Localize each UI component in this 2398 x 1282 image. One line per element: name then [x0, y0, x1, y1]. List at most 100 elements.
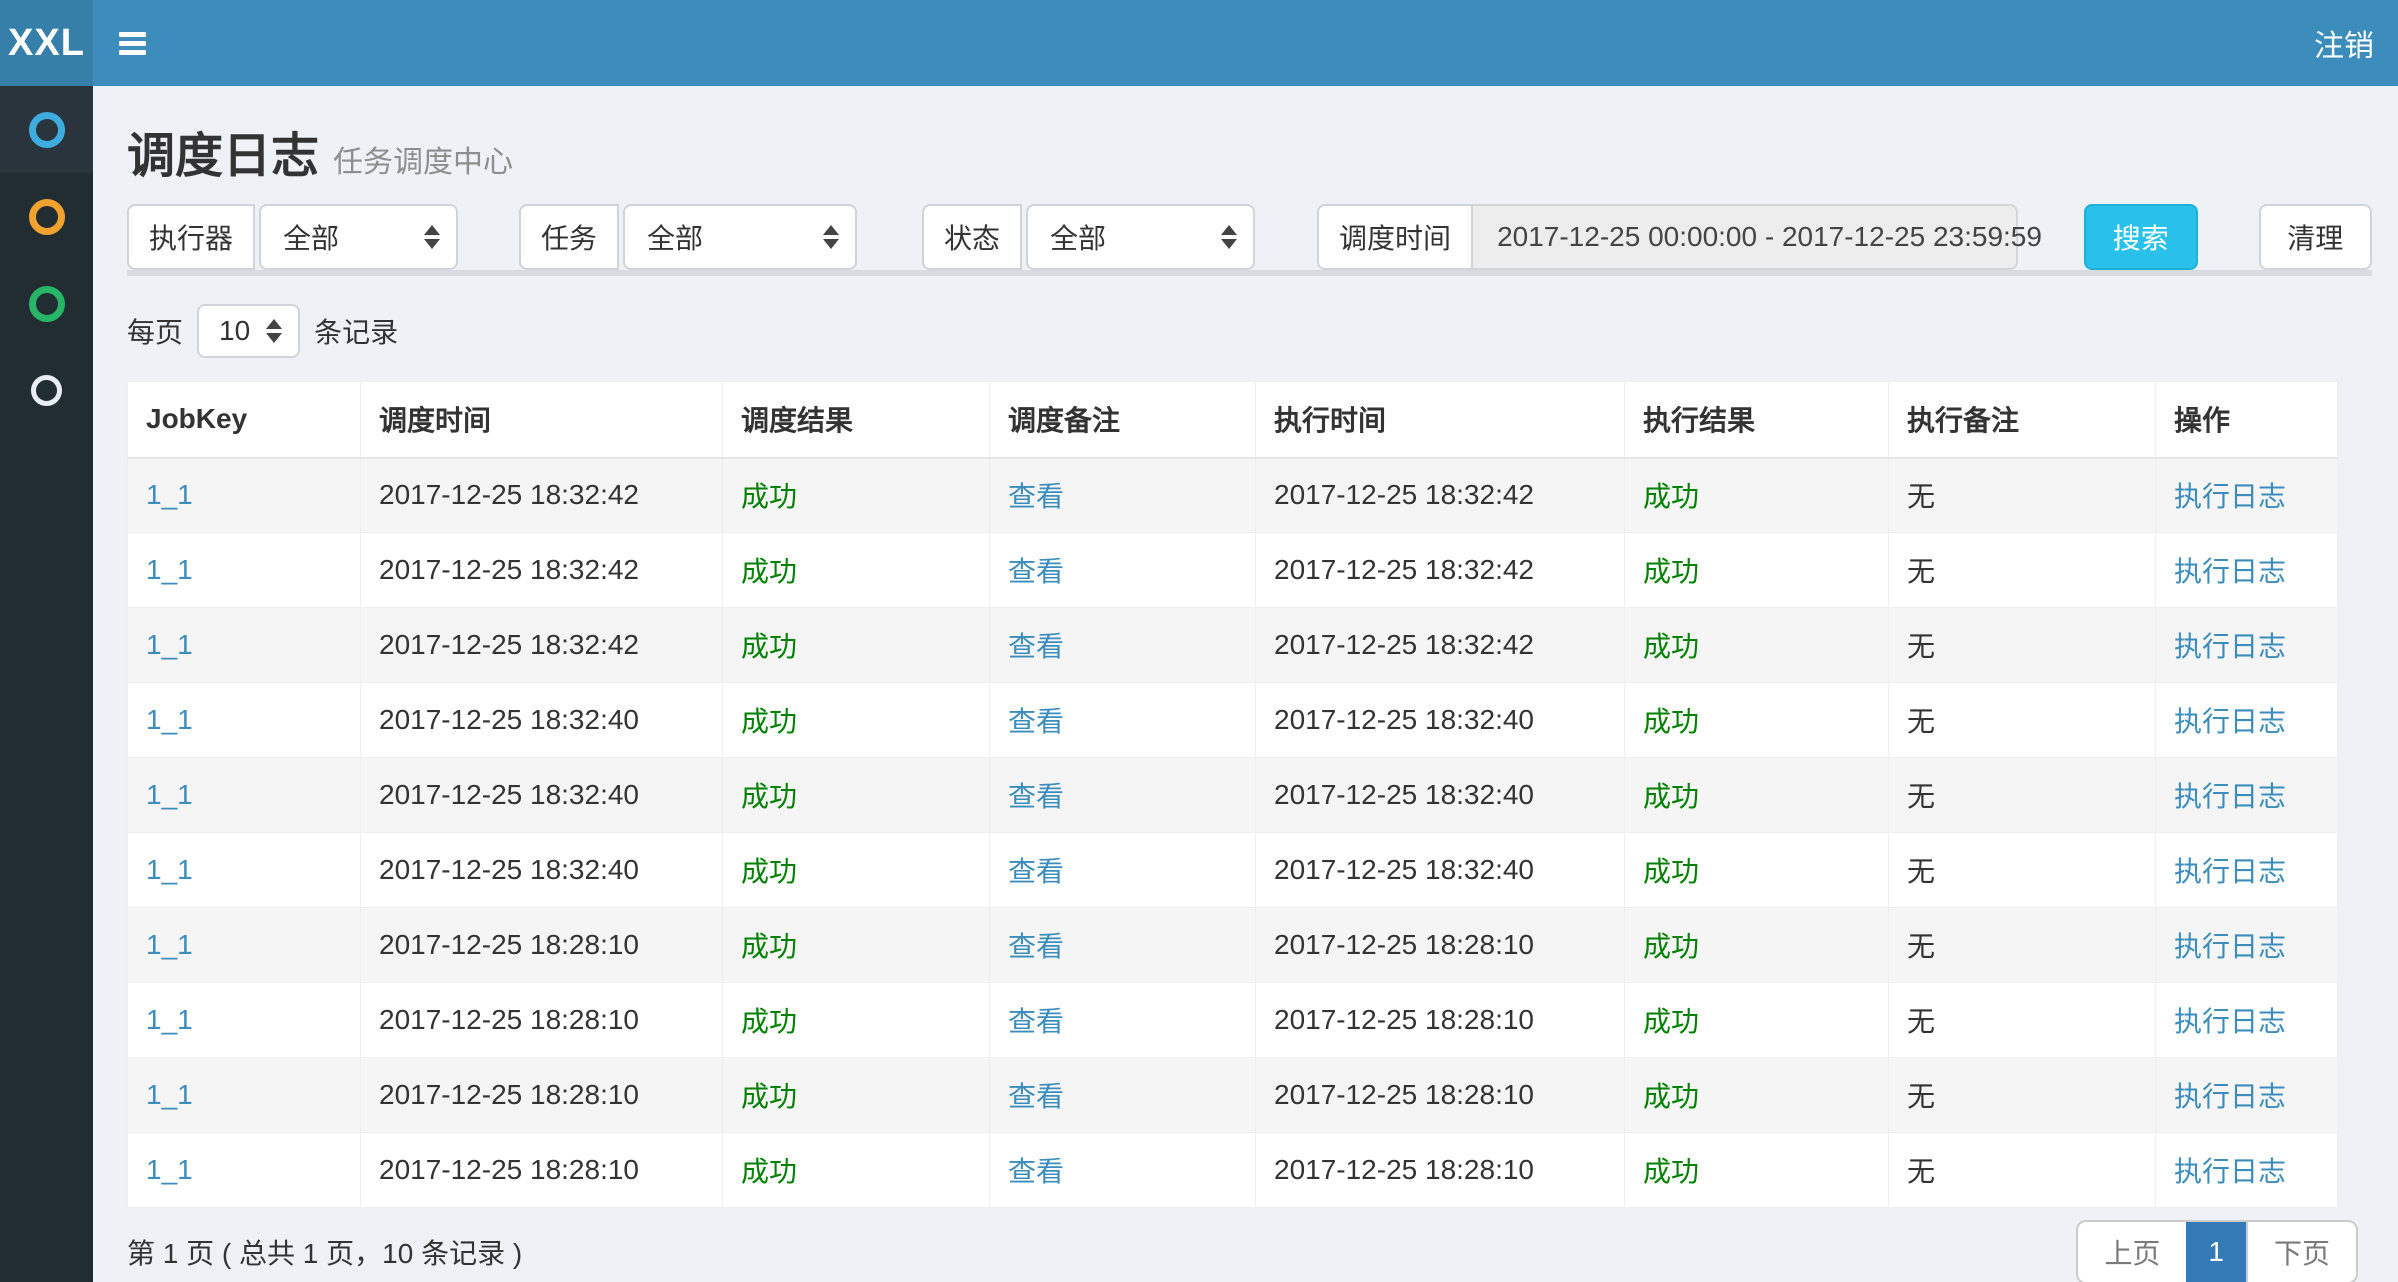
- handle-time-cell: 2017-12-25 18:32:42: [1256, 608, 1625, 683]
- jobkey-link[interactable]: 1_1: [146, 929, 193, 960]
- trigger-result-cell: 成功: [723, 458, 990, 533]
- sidebar-item-job-log[interactable]: [0, 260, 93, 347]
- exec-log-link[interactable]: 执行日志: [2174, 1156, 2286, 1187]
- trigger-msg-view-link[interactable]: 查看: [1008, 706, 1064, 737]
- exec-log-link[interactable]: 执行日志: [2174, 706, 2286, 737]
- job-select[interactable]: 全部: [623, 204, 857, 270]
- handle-msg-cell: 无: [1889, 908, 2156, 983]
- current-page-button[interactable]: 1: [2186, 1222, 2246, 1282]
- trigger-msg-view-link[interactable]: 查看: [1008, 1081, 1064, 1112]
- trigger-msg-view-link[interactable]: 查看: [1008, 856, 1064, 887]
- table-row: 1_12017-12-25 18:32:40成功查看2017-12-25 18:…: [128, 758, 2338, 833]
- trigger-msg-view-link-container: 查看: [990, 1058, 1256, 1133]
- trigger-result-cell: 成功: [723, 983, 990, 1058]
- column-header: 执行结果: [1625, 382, 1889, 458]
- jobkey-link-container: 1_1: [128, 533, 361, 608]
- trigger-msg-view-link[interactable]: 查看: [1008, 1156, 1064, 1187]
- handle-time-cell: 2017-12-25 18:32:40: [1256, 758, 1625, 833]
- exec-log-link-container: 执行日志: [2156, 983, 2338, 1058]
- trigger-msg-view-link[interactable]: 查看: [1008, 631, 1064, 662]
- trigger-time-cell: 2017-12-25 18:32:40: [361, 683, 723, 758]
- clear-button[interactable]: 清理: [2259, 204, 2372, 270]
- exec-log-link-container: 执行日志: [2156, 1058, 2338, 1133]
- exec-log-link[interactable]: 执行日志: [2174, 1081, 2286, 1112]
- status-select[interactable]: 全部: [1026, 204, 1255, 270]
- handle-result-cell: 成功: [1625, 758, 1889, 833]
- exec-log-link-container: 执行日志: [2156, 683, 2338, 758]
- column-header: 操作: [2156, 382, 2338, 458]
- trigger-result-cell: 成功: [723, 1058, 990, 1133]
- table-row: 1_12017-12-25 18:32:40成功查看2017-12-25 18:…: [128, 683, 2338, 758]
- trigger-msg-view-link[interactable]: 查看: [1008, 781, 1064, 812]
- trigger-msg-view-link[interactable]: 查看: [1008, 1006, 1064, 1037]
- page-title: 调度日志: [127, 116, 319, 186]
- prev-page-button[interactable]: 上页: [2078, 1222, 2186, 1282]
- app-logo[interactable]: XXL: [0, 0, 93, 86]
- sidebar-toggle-icon[interactable]: [119, 23, 159, 63]
- column-header: 调度结果: [723, 382, 990, 458]
- handle-result-cell: 成功: [1625, 983, 1889, 1058]
- jobkey-link-container: 1_1: [128, 683, 361, 758]
- logout-link[interactable]: 注销: [2314, 21, 2374, 65]
- handle-time-cell: 2017-12-25 18:28:10: [1256, 1133, 1625, 1208]
- exec-log-link[interactable]: 执行日志: [2174, 481, 2286, 512]
- handle-msg-cell: 无: [1889, 983, 2156, 1058]
- pagesize-select[interactable]: 10: [197, 304, 300, 358]
- trigger-msg-view-link[interactable]: 查看: [1008, 556, 1064, 587]
- trigger-msg-view-link[interactable]: 查看: [1008, 931, 1064, 962]
- handle-msg-cell: 无: [1889, 683, 2156, 758]
- exec-log-link-container: 执行日志: [2156, 908, 2338, 983]
- trigger-time-cell: 2017-12-25 18:28:10: [361, 1133, 723, 1208]
- select-arrows-icon: [823, 225, 839, 249]
- table-header-row: JobKey调度时间调度结果调度备注执行时间执行结果执行备注操作: [128, 382, 2338, 458]
- exec-log-link[interactable]: 执行日志: [2174, 1006, 2286, 1037]
- exec-log-link-container: 执行日志: [2156, 1133, 2338, 1208]
- trigger-msg-view-link-container: 查看: [990, 608, 1256, 683]
- trigger-msg-view-link-container: 查看: [990, 533, 1256, 608]
- trigger-time-range-input[interactable]: 2017-12-25 00:00:00 - 2017-12-25 23:59:5…: [1473, 204, 2018, 270]
- exec-log-link-container: 执行日志: [2156, 758, 2338, 833]
- sidebar-item-dashboard[interactable]: [0, 86, 93, 173]
- table-header: JobKey调度时间调度结果调度备注执行时间执行结果执行备注操作: [128, 382, 2338, 458]
- exec-log-link[interactable]: 执行日志: [2174, 631, 2286, 662]
- jobkey-link[interactable]: 1_1: [146, 779, 193, 810]
- handle-time-cell: 2017-12-25 18:32:40: [1256, 833, 1625, 908]
- handle-time-cell: 2017-12-25 18:32:42: [1256, 533, 1625, 608]
- trigger-msg-view-link[interactable]: 查看: [1008, 481, 1064, 512]
- trigger-msg-view-link-container: 查看: [990, 983, 1256, 1058]
- search-button[interactable]: 搜索: [2084, 204, 2197, 270]
- exec-log-link[interactable]: 执行日志: [2174, 931, 2286, 962]
- trigger-time-cell: 2017-12-25 18:32:42: [361, 533, 723, 608]
- next-page-button[interactable]: 下页: [2246, 1222, 2356, 1282]
- jobkey-link[interactable]: 1_1: [146, 1004, 193, 1035]
- status-label: 状态: [922, 204, 1022, 270]
- jobkey-link[interactable]: 1_1: [146, 629, 193, 660]
- jobkey-link[interactable]: 1_1: [146, 704, 193, 735]
- trigger-result-cell: 成功: [723, 1133, 990, 1208]
- pagesize-select-value: 10: [219, 315, 250, 347]
- handle-time-cell: 2017-12-25 18:32:40: [1256, 683, 1625, 758]
- executor-select[interactable]: 全部: [259, 204, 458, 270]
- status-select-value: 全部: [1050, 217, 1106, 257]
- sidebar-item-job-manage[interactable]: [0, 173, 93, 260]
- jobkey-link[interactable]: 1_1: [146, 479, 193, 510]
- table-row: 1_12017-12-25 18:32:42成功查看2017-12-25 18:…: [128, 608, 2338, 683]
- exec-log-link[interactable]: 执行日志: [2174, 781, 2286, 812]
- jobkey-link[interactable]: 1_1: [146, 854, 193, 885]
- job-label: 任务: [519, 204, 619, 270]
- table-row: 1_12017-12-25 18:32:42成功查看2017-12-25 18:…: [128, 458, 2338, 533]
- page-header: 调度日志 任务调度中心: [127, 116, 2372, 172]
- jobkey-link[interactable]: 1_1: [146, 554, 193, 585]
- handle-result-cell: 成功: [1625, 608, 1889, 683]
- jobkey-link[interactable]: 1_1: [146, 1079, 193, 1110]
- column-header: 调度备注: [990, 382, 1256, 458]
- select-arrows-icon: [266, 319, 282, 343]
- jobkey-link[interactable]: 1_1: [146, 1154, 193, 1185]
- trigger-result-cell: 成功: [723, 758, 990, 833]
- pagesize-row: 每页 10 条记录: [127, 304, 2372, 358]
- select-arrows-icon: [424, 225, 440, 249]
- exec-log-link[interactable]: 执行日志: [2174, 556, 2286, 587]
- exec-log-link[interactable]: 执行日志: [2174, 856, 2286, 887]
- exec-log-link-container: 执行日志: [2156, 833, 2338, 908]
- sidebar-item-help[interactable]: [0, 347, 93, 434]
